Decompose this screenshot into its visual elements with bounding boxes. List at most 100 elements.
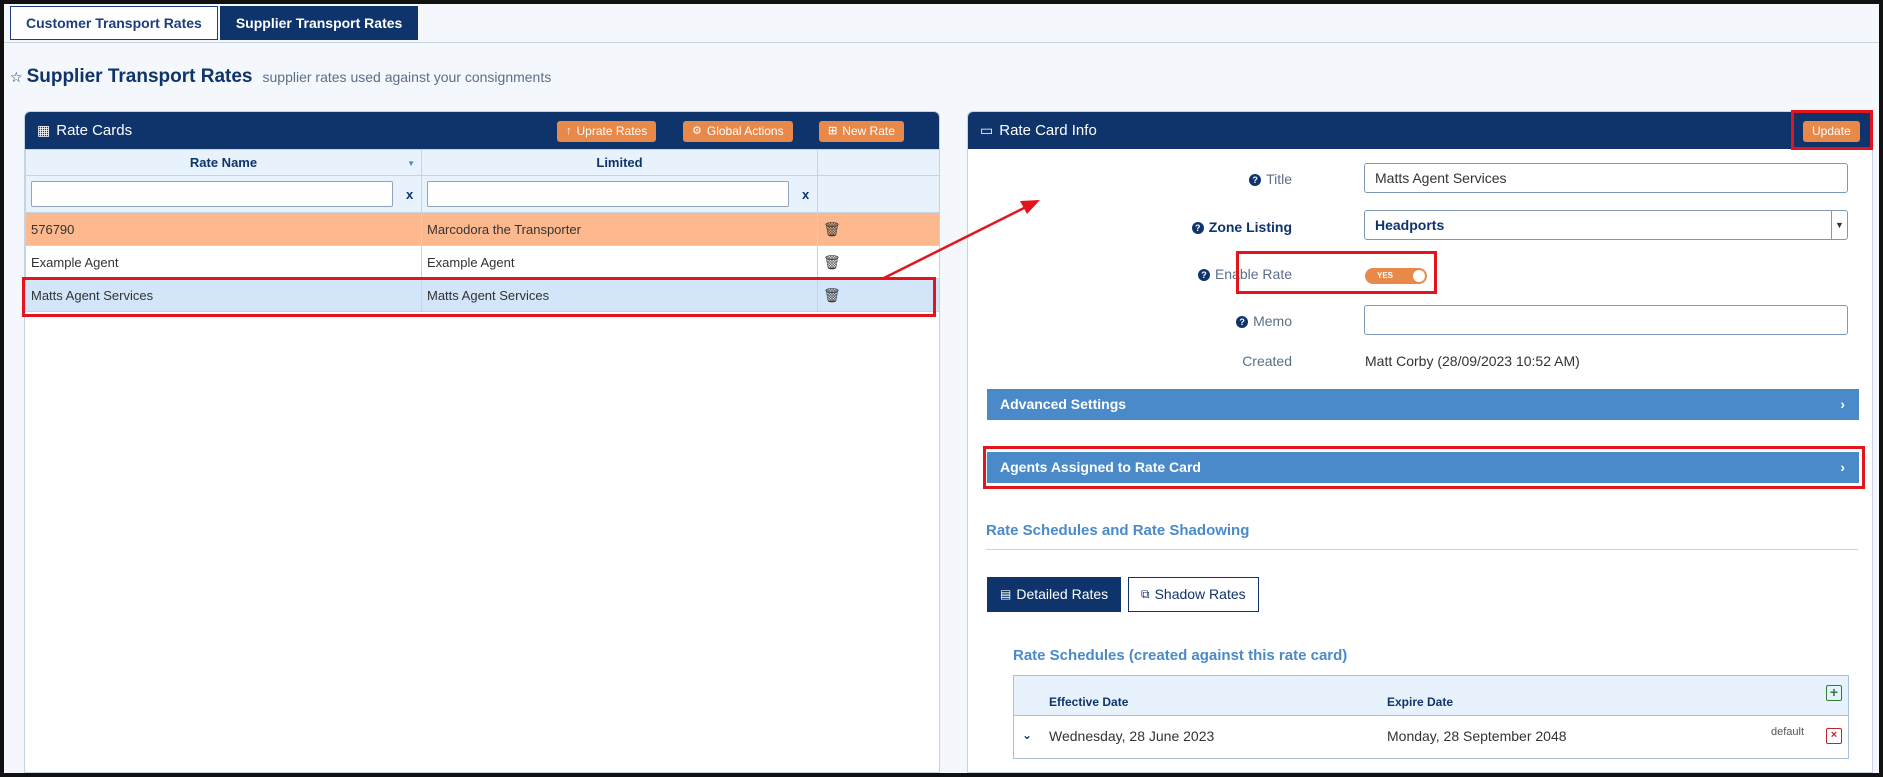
gear-icon: ⚙ [692,125,702,137]
enable-label-text: Enable Rate [1214,266,1292,282]
title-label-text: Title [1266,171,1292,187]
global-actions-button[interactable]: ⚙ Global Actions [683,121,793,142]
tab-supplier-transport-rates[interactable]: Supplier Transport Rates [219,6,419,40]
chevron-right-icon: › [1840,459,1845,475]
id-card-icon: ▭ [980,122,994,138]
zone-listing-select[interactable]: Headports ▼ [1364,210,1848,240]
tab-detailed-rates[interactable]: ▤ Detailed Rates [987,577,1122,612]
trash-icon[interactable]: 🗑 [823,254,841,270]
page-subtitle: supplier rates used against your consign… [262,69,552,85]
trash-icon[interactable]: 🗑 [823,221,841,237]
rate-name-filter-input[interactable] [31,181,393,207]
cell-effective-date: Wednesday, 28 June 2023 [1049,728,1215,744]
update-label: Update [1812,124,1851,138]
table-row[interactable]: 576790 Marcodora the Transporter 🗑 [25,212,939,246]
rate-cards-title: Rate Cards [56,122,133,139]
cell-rate-name: Example Agent [25,245,422,279]
page-heading: ☆ Supplier Transport Rates supplier rates… [10,66,551,88]
help-icon[interactable]: ? [1249,174,1262,186]
limited-filter-input[interactable] [427,181,789,207]
column-header-effective-date: Effective Date [1049,695,1129,709]
column-header-limited[interactable]: Limited [421,149,818,176]
column-header-actions [817,149,939,176]
rate-card-info-panel: ▭ Rate Card Info Update ? Title Matts Age… [967,111,1873,773]
cell-rate-name: Matts Agent Services [25,278,422,312]
rate-schedules-table: Effective Date Expire Date + ⌄ Wednesday… [1013,675,1849,759]
star-icon[interactable]: ☆ [10,69,23,85]
rate-cards-panel: ▦ Rate Cards ↑ Uprate Rates ⚙ Global Act… [24,111,940,773]
help-icon[interactable]: ? [1197,269,1210,281]
chevron-down-icon: ▼ [1831,211,1847,239]
help-icon[interactable]: ? [1236,316,1249,328]
column-header-label: Rate Name [189,155,258,170]
default-tag: default [1771,726,1805,738]
cell-limited: Marcodora the Transporter [421,212,818,246]
uprate-rates-label: Uprate Rates [576,124,648,138]
memo-input[interactable] [1364,305,1848,335]
chevron-right-icon: › [1840,396,1845,412]
created-label: Created [1242,353,1292,369]
page-title-text: Supplier Transport Rates [26,66,253,87]
cell-expire-date: Monday, 28 September 2048 [1387,728,1567,744]
document-icon: ▤ [1000,587,1012,601]
schedules-header-row: Effective Date Expire Date + [1014,676,1848,716]
column-header-expire-date: Expire Date [1387,695,1454,709]
expand-chevron-icon[interactable]: ⌄ [1022,728,1032,742]
created-value: Matt Corby (28/09/2023 10:52 AM) [1365,353,1580,369]
section-divider [986,549,1858,550]
new-rate-label: New Rate [842,124,895,138]
new-rate-button[interactable]: ⊞ New Rate [819,121,904,142]
advanced-settings-label: Advanced Settings [1000,396,1127,412]
help-icon[interactable]: ? [1191,222,1204,234]
arrow-up-icon: ↑ [566,125,572,137]
shadow-rates-label: Shadow Rates [1154,586,1246,602]
tab-divider [4,42,1879,43]
table-header-row: Rate Name ▼ Limited [25,149,939,176]
clear-filter-limited-button[interactable]: x [802,187,809,202]
filter-row: x x [25,175,939,213]
tab-shadow-rates[interactable]: ⧉ Shadow Rates [1128,577,1259,612]
uprate-rates-button[interactable]: ↑ Uprate Rates [557,121,657,142]
table-grid-icon: ▦ [37,122,51,138]
cell-limited: Example Agent [421,245,818,279]
clear-filter-rate-name-button[interactable]: x [406,187,413,202]
title-input[interactable]: Matts Agent Services [1364,163,1848,193]
cell-limited: Matts Agent Services [421,278,818,312]
cell-rate-name: 576790 [25,212,422,246]
toggle-knob [1413,270,1425,282]
filter-cell-rate-name: x [25,175,422,213]
title-label: ? Title [1249,171,1292,187]
rate-cards-header: ▦ Rate Cards ↑ Uprate Rates ⚙ Global Act… [25,112,939,149]
enable-rate-toggle[interactable]: YES [1365,268,1427,284]
table-row-selected[interactable]: Matts Agent Services Matts Agent Service… [25,278,939,312]
detailed-rates-label: Detailed Rates [1016,586,1109,602]
add-schedule-icon[interactable]: + [1826,685,1842,701]
table-row[interactable]: ⌄ Wednesday, 28 June 2023 Monday, 28 Sep… [1014,716,1848,758]
copy-icon: ⧉ [1141,587,1150,601]
cell-actions: 🗑 [817,245,939,279]
top-tabs: Customer Transport Rates Supplier Transp… [10,6,419,40]
enable-rate-label: ? Enable Rate [1197,266,1292,282]
advanced-settings-accordion[interactable]: Advanced Settings › [987,389,1859,420]
plus-square-icon: ⊞ [828,125,838,137]
table-row[interactable]: Example Agent Example Agent 🗑 [25,245,939,279]
update-button[interactable]: Update [1803,121,1860,142]
rate-schedules-title: Rate Schedules (created against this rat… [1013,647,1348,664]
column-header-rate-name[interactable]: Rate Name ▼ [25,149,422,176]
app-frame: Customer Transport Rates Supplier Transp… [4,4,1879,773]
rate-schedules-section-title: Rate Schedules and Rate Shadowing [986,522,1250,539]
filter-cell-empty [817,175,939,213]
tab-customer-transport-rates[interactable]: Customer Transport Rates [10,6,218,40]
toggle-state-label: YES [1377,271,1394,280]
agents-assigned-accordion[interactable]: Agents Assigned to Rate Card › [987,452,1859,483]
zone-listing-label: ? Zone Listing [1191,219,1292,235]
rate-card-info-title: Rate Card Info [999,122,1097,139]
memo-label-text: Memo [1253,313,1292,329]
delete-schedule-icon[interactable]: × [1826,728,1842,744]
cell-actions: 🗑 [817,278,939,312]
rate-cards-table: Rate Name ▼ Limited x x 576790 Marcodora … [25,149,939,312]
filter-cell-limited: x [421,175,818,213]
trash-icon[interactable]: 🗑 [823,287,841,303]
sort-caret-icon: ▼ [407,159,415,168]
cell-actions: 🗑 [817,212,939,246]
